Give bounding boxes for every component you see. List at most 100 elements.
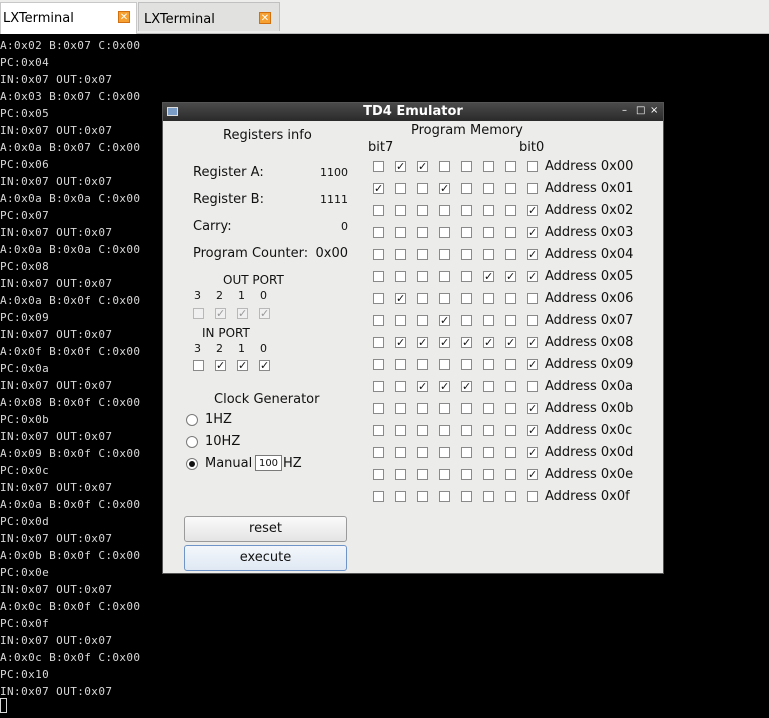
memory-bit-checkbox[interactable]: [373, 205, 384, 216]
memory-bit-checkbox[interactable]: [373, 447, 384, 458]
memory-bit-checkbox[interactable]: [461, 205, 472, 216]
memory-bit-checkbox[interactable]: ✓: [527, 205, 538, 216]
memory-bit-checkbox[interactable]: [505, 403, 516, 414]
memory-bit-checkbox[interactable]: [461, 249, 472, 260]
memory-bit-checkbox[interactable]: [439, 447, 450, 458]
memory-bit-checkbox[interactable]: [395, 205, 406, 216]
memory-bit-checkbox[interactable]: [505, 469, 516, 480]
memory-bit-checkbox[interactable]: ✓: [461, 381, 472, 392]
memory-bit-checkbox[interactable]: [461, 469, 472, 480]
memory-bit-checkbox[interactable]: ✓: [417, 337, 428, 348]
memory-bit-checkbox[interactable]: ✓: [505, 337, 516, 348]
close-icon[interactable]: ✕: [118, 11, 130, 23]
memory-bit-checkbox[interactable]: [461, 359, 472, 370]
memory-bit-checkbox[interactable]: [483, 205, 494, 216]
memory-bit-checkbox[interactable]: ✓: [527, 337, 538, 348]
memory-bit-checkbox[interactable]: [461, 447, 472, 458]
memory-bit-checkbox[interactable]: [527, 293, 538, 304]
memory-bit-checkbox[interactable]: [373, 161, 384, 172]
clock-option-radio[interactable]: [186, 436, 198, 448]
in-port-bit-checkbox[interactable]: ✓: [215, 360, 226, 371]
clock-option-label[interactable]: 1HZ: [205, 412, 232, 427]
memory-bit-checkbox[interactable]: [373, 425, 384, 436]
title-bar[interactable]: TD4 Emulator – □ ×: [163, 103, 663, 121]
memory-bit-checkbox[interactable]: [483, 403, 494, 414]
memory-bit-checkbox[interactable]: ✓: [439, 381, 450, 392]
clock-option-label[interactable]: 10HZ: [205, 434, 240, 449]
memory-bit-checkbox[interactable]: [527, 183, 538, 194]
memory-bit-checkbox[interactable]: [373, 359, 384, 370]
memory-bit-checkbox[interactable]: [417, 183, 428, 194]
execute-button[interactable]: execute: [184, 545, 347, 571]
memory-bit-checkbox[interactable]: [439, 161, 450, 172]
reset-button[interactable]: reset: [184, 516, 347, 542]
manual-hz-input[interactable]: [255, 455, 282, 471]
tab-lxterminal-2[interactable]: LXTerminal ✕: [138, 2, 280, 31]
memory-bit-checkbox[interactable]: [483, 359, 494, 370]
memory-bit-checkbox[interactable]: [439, 491, 450, 502]
memory-bit-checkbox[interactable]: [373, 381, 384, 392]
memory-bit-checkbox[interactable]: [417, 469, 428, 480]
memory-bit-checkbox[interactable]: [461, 403, 472, 414]
memory-bit-checkbox[interactable]: [373, 315, 384, 326]
memory-bit-checkbox[interactable]: [461, 183, 472, 194]
memory-bit-checkbox[interactable]: [373, 469, 384, 480]
memory-bit-checkbox[interactable]: [461, 425, 472, 436]
memory-bit-checkbox[interactable]: [527, 491, 538, 502]
memory-bit-checkbox[interactable]: [505, 293, 516, 304]
memory-bit-checkbox[interactable]: ✓: [439, 315, 450, 326]
memory-bit-checkbox[interactable]: [373, 249, 384, 260]
in-port-bit-checkbox[interactable]: ✓: [237, 360, 248, 371]
memory-bit-checkbox[interactable]: [395, 491, 406, 502]
clock-option-label[interactable]: Manual: [205, 456, 252, 471]
memory-bit-checkbox[interactable]: [461, 491, 472, 502]
memory-bit-checkbox[interactable]: [395, 183, 406, 194]
memory-bit-checkbox[interactable]: [483, 425, 494, 436]
clock-option-radio[interactable]: [186, 414, 198, 426]
memory-bit-checkbox[interactable]: [395, 249, 406, 260]
memory-bit-checkbox[interactable]: [483, 315, 494, 326]
memory-bit-checkbox[interactable]: [417, 293, 428, 304]
close-icon[interactable]: ×: [650, 103, 658, 119]
memory-bit-checkbox[interactable]: ✓: [373, 183, 384, 194]
memory-bit-checkbox[interactable]: [439, 205, 450, 216]
memory-bit-checkbox[interactable]: [505, 359, 516, 370]
memory-bit-checkbox[interactable]: [505, 315, 516, 326]
memory-bit-checkbox[interactable]: [483, 381, 494, 392]
memory-bit-checkbox[interactable]: [439, 359, 450, 370]
memory-bit-checkbox[interactable]: ✓: [417, 381, 428, 392]
memory-bit-checkbox[interactable]: ✓: [527, 227, 538, 238]
memory-bit-checkbox[interactable]: [505, 425, 516, 436]
minimize-icon[interactable]: –: [622, 103, 627, 119]
memory-bit-checkbox[interactable]: ✓: [527, 469, 538, 480]
memory-bit-checkbox[interactable]: [395, 315, 406, 326]
memory-bit-checkbox[interactable]: [505, 447, 516, 458]
memory-bit-checkbox[interactable]: [439, 293, 450, 304]
memory-bit-checkbox[interactable]: ✓: [417, 161, 428, 172]
in-port-bit-checkbox[interactable]: ✓: [259, 360, 270, 371]
memory-bit-checkbox[interactable]: [417, 315, 428, 326]
memory-bit-checkbox[interactable]: [439, 271, 450, 282]
memory-bit-checkbox[interactable]: [395, 227, 406, 238]
memory-bit-checkbox[interactable]: [373, 491, 384, 502]
memory-bit-checkbox[interactable]: [461, 227, 472, 238]
memory-bit-checkbox[interactable]: [373, 227, 384, 238]
memory-bit-checkbox[interactable]: [505, 227, 516, 238]
memory-bit-checkbox[interactable]: [505, 161, 516, 172]
memory-bit-checkbox[interactable]: [439, 469, 450, 480]
maximize-icon[interactable]: □: [636, 103, 645, 119]
memory-bit-checkbox[interactable]: [395, 403, 406, 414]
memory-bit-checkbox[interactable]: [461, 271, 472, 282]
memory-bit-checkbox[interactable]: [439, 425, 450, 436]
memory-bit-checkbox[interactable]: [417, 359, 428, 370]
memory-bit-checkbox[interactable]: [483, 293, 494, 304]
memory-bit-checkbox[interactable]: [527, 161, 538, 172]
memory-bit-checkbox[interactable]: [395, 381, 406, 392]
memory-bit-checkbox[interactable]: [483, 249, 494, 260]
memory-bit-checkbox[interactable]: ✓: [527, 447, 538, 458]
memory-bit-checkbox[interactable]: [505, 381, 516, 392]
memory-bit-checkbox[interactable]: [395, 359, 406, 370]
memory-bit-checkbox[interactable]: ✓: [483, 337, 494, 348]
memory-bit-checkbox[interactable]: [417, 403, 428, 414]
tab-lxterminal-1[interactable]: LXTerminal ✕: [0, 2, 137, 34]
